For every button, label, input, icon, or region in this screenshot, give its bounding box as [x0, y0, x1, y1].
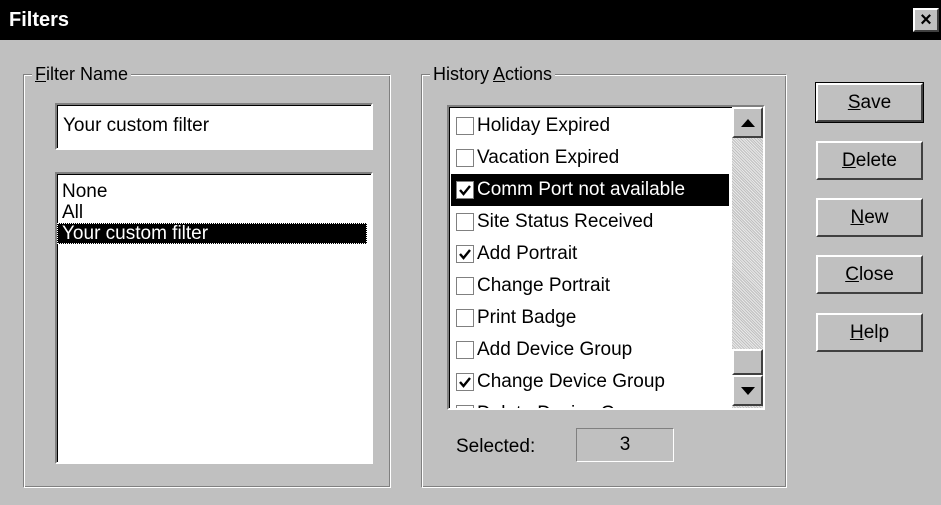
history-action-label: Comm Port not available [477, 179, 686, 200]
history-action-label: Site Status Received [477, 211, 654, 232]
history-action-item[interactable]: Holiday Expired [451, 110, 729, 142]
history-actions-legend: History Actions [430, 63, 556, 85]
history-action-label: Change Device Group [477, 371, 665, 392]
history-action-item[interactable]: Comm Port not available [451, 174, 729, 206]
checkbox-checked[interactable] [456, 245, 474, 263]
save-button[interactable]: Save [815, 82, 924, 123]
history-action-item[interactable]: Change Portrait [451, 270, 729, 302]
checkmark-icon [459, 377, 471, 388]
title-bar: Filters × [0, 0, 941, 40]
close-button[interactable]: Close [816, 255, 923, 294]
history-action-label: Add Portrait [477, 243, 578, 264]
delete-button[interactable]: Delete [816, 141, 923, 180]
checkbox-unchecked[interactable] [456, 149, 474, 167]
history-action-item[interactable]: Site Status Received [451, 206, 729, 238]
arrow-up-icon [740, 118, 755, 127]
close-window-button[interactable]: × [913, 8, 939, 32]
selected-label: Selected: [456, 436, 536, 457]
scroll-thumb[interactable] [732, 349, 763, 375]
history-action-label: Add Device Group [477, 339, 633, 360]
history-action-label: Change Portrait [477, 275, 611, 296]
history-action-label: Print Badge [477, 307, 577, 328]
history-action-label: Vacation Expired [477, 147, 620, 168]
checkbox-unchecked[interactable] [456, 309, 474, 327]
filter-name-input[interactable]: Your custom filter [55, 103, 373, 150]
history-action-item[interactable]: Change Device Group [451, 366, 729, 398]
close-icon: × [920, 9, 932, 31]
selected-count: 3 [576, 428, 674, 462]
new-button[interactable]: New [816, 198, 923, 237]
checkmark-icon [459, 185, 471, 196]
history-action-item[interactable]: Vacation Expired [451, 142, 729, 174]
filter-name-legend: Filter Name [32, 63, 132, 85]
filter-list-item[interactable]: None [57, 181, 367, 202]
checkmark-icon [459, 249, 471, 260]
history-scrollbar[interactable] [732, 107, 763, 408]
checkbox-unchecked[interactable] [456, 213, 474, 231]
checkbox-unchecked[interactable] [456, 405, 474, 408]
history-action-label: Delete Device Group [477, 403, 653, 408]
checkbox-checked[interactable] [456, 181, 474, 199]
window-title: Filters [9, 8, 70, 31]
filter-list-item[interactable]: Your custom filter [57, 223, 367, 244]
checkbox-unchecked[interactable] [456, 341, 474, 359]
history-action-item[interactable]: Delete Device Group [451, 398, 729, 408]
checkbox-unchecked[interactable] [456, 277, 474, 295]
filter-name-input-value: Your custom filter [63, 115, 210, 136]
scroll-down-button[interactable] [732, 375, 763, 406]
help-button[interactable]: Help [816, 313, 923, 352]
checkbox-unchecked[interactable] [456, 117, 474, 135]
history-action-item[interactable]: Print Badge [451, 302, 729, 334]
history-action-item[interactable]: Add Device Group [451, 334, 729, 366]
filters-dialog: Filters × Filter Name Your custom filter… [0, 0, 941, 505]
checkbox-checked[interactable] [456, 373, 474, 391]
history-actions-list[interactable]: Holiday Expired Vacation Expired Comm Port… [447, 105, 765, 410]
history-action-label: Holiday Expired [477, 115, 611, 136]
history-action-item[interactable]: Add Portrait [451, 238, 729, 270]
filter-list[interactable]: None All Your custom filter [55, 172, 373, 464]
arrow-down-icon [740, 386, 755, 395]
filter-list-item[interactable]: All [57, 202, 367, 223]
scroll-up-button[interactable] [732, 107, 763, 138]
